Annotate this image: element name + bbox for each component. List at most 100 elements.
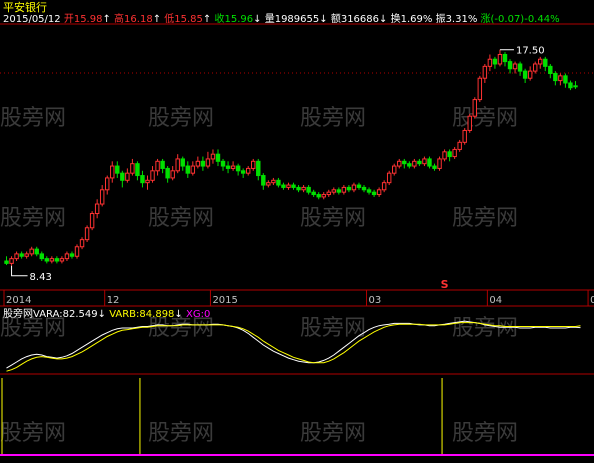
quote-label: 低: [164, 12, 174, 25]
indicator-line: 股旁网VARA:82.549↓ VARB:84.898↓ XG:0: [3, 307, 210, 320]
candle-body: [492, 58, 498, 65]
x-tick-label: 2014: [6, 295, 31, 306]
candle-body: [291, 184, 296, 188]
x-tick-label: 05: [590, 295, 594, 306]
quote-label: 收: [214, 12, 224, 25]
watermark-text: 股旁网: [300, 106, 366, 131]
candle-body: [180, 158, 185, 167]
watermark-text: 股旁网: [300, 206, 366, 231]
candle-body: [195, 160, 201, 167]
candle-body: [543, 58, 548, 67]
candle-body: [120, 172, 125, 181]
candle-body: [482, 65, 488, 79]
candle-body: [457, 141, 462, 150]
candle-body: [74, 246, 80, 257]
candle-body: [432, 165, 437, 169]
candle-body: [64, 253, 70, 260]
candle-body: [69, 253, 75, 257]
candle-body: [225, 165, 231, 169]
candle-body: [553, 72, 558, 82]
candle-body: [437, 158, 442, 169]
candle-body: [59, 258, 65, 262]
candle-body: [402, 160, 407, 165]
candle-body: [376, 189, 382, 196]
min-price-label: 8.43: [30, 272, 52, 283]
chart-window: 股旁网 股旁网 股旁网 股旁网 股旁网 股旁网 股旁网 股旁网 股旁网 股旁网 股旁网 股旁网 股旁网股…: [0, 0, 594, 459]
candle-body: [89, 213, 95, 229]
candle-body: [447, 151, 452, 158]
indicator-header: 股旁网VARA:82.549↓ VARB:84.898↓ XG:0: [3, 307, 210, 320]
xg-value: 0: [204, 309, 210, 320]
watermark-text: 股旁网: [452, 421, 518, 446]
candle-body: [19, 253, 24, 257]
stock-name: 平安银行: [3, 0, 47, 14]
candle-body: [356, 184, 362, 188]
x-tick-label: 04: [489, 295, 502, 306]
candle-body: [84, 227, 90, 241]
quote-arrow: ↓: [319, 14, 327, 25]
candle-body: [507, 61, 513, 70]
candle-body: [240, 170, 246, 174]
price-labels: 17.50 8.43 S: [11, 46, 545, 291]
xg-label: XG:: [186, 309, 204, 320]
header-bar: 平安银行2015/05/12 开15.98↑ 高16.18↑ 低15.85↑ 收…: [3, 0, 560, 25]
vara-arrow: ↓: [98, 309, 110, 320]
candle-body: [326, 191, 331, 196]
candle-body: [341, 186, 347, 193]
candle-body: [79, 239, 85, 248]
candle-body: [110, 165, 115, 179]
candle-body: [412, 160, 417, 167]
x-tick-label: 03: [369, 295, 382, 306]
candle-body: [487, 58, 493, 67]
quote-label: 额: [331, 12, 341, 25]
candle-body: [251, 160, 256, 169]
candle-body: [29, 248, 34, 255]
candle-body: [135, 163, 140, 177]
watermark-text: 股旁网: [148, 421, 214, 446]
quote-arrow: ↓: [253, 14, 261, 25]
candle-body: [316, 194, 321, 198]
quote-label: 换: [391, 12, 401, 25]
candle-body: [538, 58, 543, 65]
candle-body: [427, 158, 432, 167]
candle-body: [200, 160, 206, 167]
candle-body: [522, 70, 528, 79]
candle-body: [301, 186, 306, 191]
candle-body: [190, 165, 196, 174]
candle-body: [361, 186, 367, 191]
candle-body: [205, 158, 211, 167]
candle-body: [9, 258, 14, 264]
candle-body: [346, 186, 352, 191]
quote-label: 高: [114, 12, 124, 25]
quote-value: 1989655: [275, 14, 320, 25]
candle-body: [371, 191, 377, 196]
candle-body: [44, 258, 50, 262]
candle-body: [150, 170, 155, 181]
kline-chart[interactable]: 股旁网 股旁网 股旁网 股旁网股旁网 股旁网 股旁网 股旁网股旁网 股旁网 股旁网 股旁网股旁网股…: [0, 0, 594, 459]
varb-arrow: ↓: [174, 309, 186, 320]
quote-label: 量: [265, 13, 275, 25]
candle-body: [155, 160, 160, 172]
candle-body: [245, 167, 251, 174]
candle-body: [517, 63, 523, 72]
candle-body: [281, 184, 286, 188]
candle-body: [24, 253, 29, 257]
vara-label: VARA:: [33, 309, 63, 320]
candle-body: [266, 182, 271, 186]
candle-body: [261, 175, 266, 186]
candle-body: [49, 258, 55, 262]
candle-body: [14, 253, 19, 260]
quote-label: 开: [64, 14, 74, 25]
quote-value: 16.18: [124, 14, 153, 25]
candle-body: [573, 85, 578, 88]
candle-body: [160, 160, 165, 169]
candle-body: [472, 99, 477, 117]
vara-value: 82.549: [63, 309, 98, 320]
candle-body: [417, 160, 422, 165]
candle-body: [568, 82, 573, 89]
candle-body: [296, 186, 301, 191]
candle-body: [366, 189, 372, 193]
quote-label: 振: [436, 12, 446, 25]
candle-body: [210, 153, 216, 160]
watermark-text: 股旁网: [0, 206, 66, 231]
